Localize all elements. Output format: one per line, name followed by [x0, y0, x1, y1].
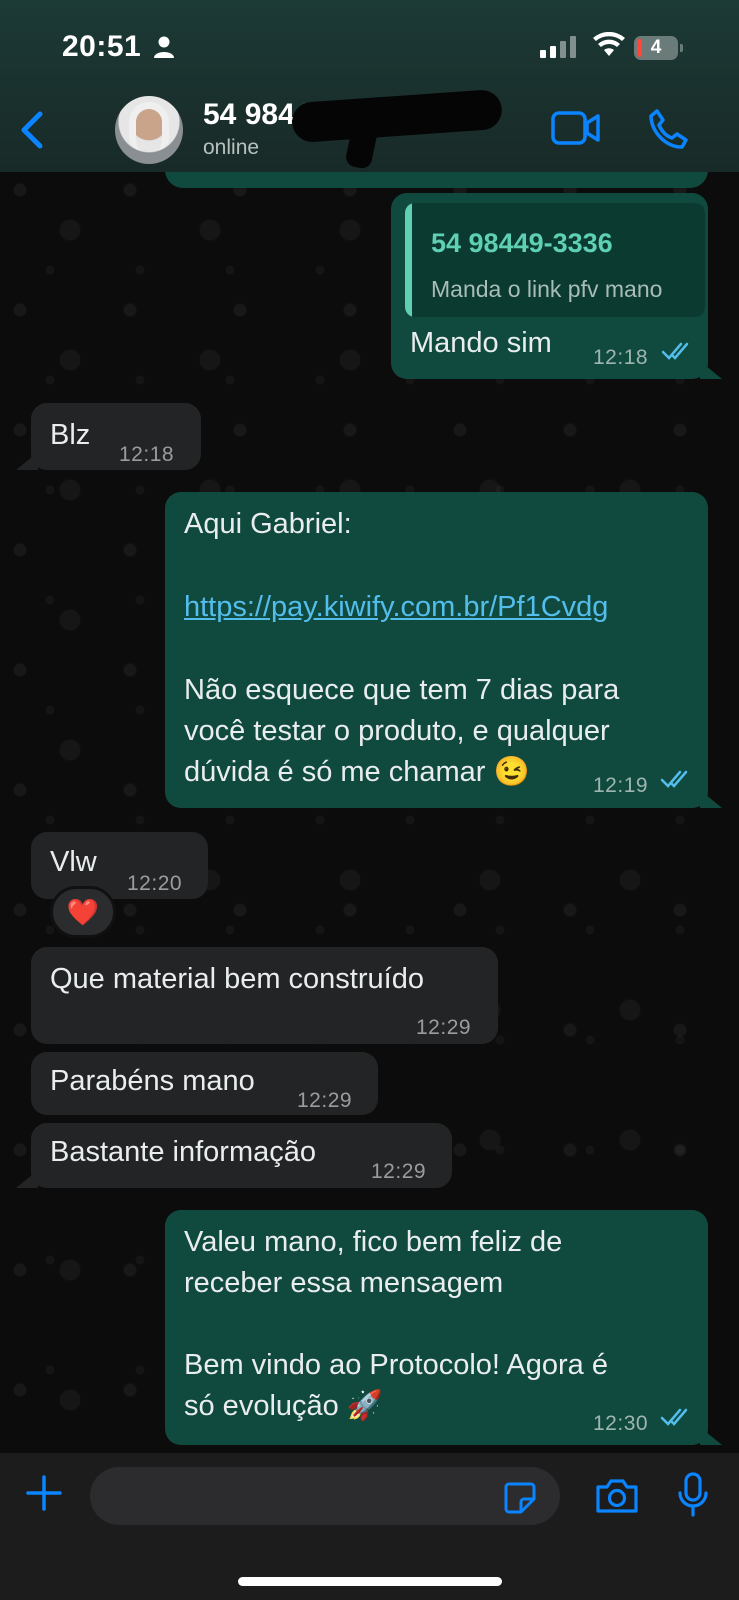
- message-time: 12:20: [127, 872, 183, 895]
- message-bubble-outgoing[interactable]: Valeu mano, fico bem feliz de receber es…: [165, 1210, 708, 1445]
- contact-avatar[interactable]: [115, 96, 183, 164]
- message-bubble-incoming[interactable]: Vlw 12:20: [31, 832, 208, 899]
- quoted-text: Manda o link pfv mano: [431, 276, 663, 302]
- back-chevron-icon[interactable]: [14, 106, 50, 154]
- quoted-message[interactable]: 54 98449-3336 Manda o link pfv mano: [405, 203, 705, 317]
- message-input[interactable]: [90, 1467, 560, 1525]
- message-time: 12:29: [371, 1160, 427, 1183]
- message-time: 12:18: [593, 346, 649, 369]
- message-text: Blz: [50, 419, 91, 451]
- person-icon: [154, 36, 174, 58]
- composer-bar: [0, 1453, 739, 1600]
- heart-reaction-icon: ❤️: [66, 896, 100, 927]
- message-bubble-incoming[interactable]: Que material bem construído 12:29: [31, 947, 498, 1044]
- message-text: receber essa mensagem: [184, 1267, 504, 1299]
- read-ticks-icon: [660, 1408, 688, 1426]
- video-call-icon[interactable]: [551, 110, 601, 146]
- status-time: 20:51: [62, 30, 142, 63]
- phone-icon[interactable]: [647, 108, 689, 150]
- wifi-icon: [593, 32, 625, 56]
- cellular-signal-icon: [540, 36, 576, 58]
- message-text: você testar o produto, e qualquer: [184, 715, 610, 747]
- message-bubble-incoming[interactable]: Parabéns mano 12:29: [31, 1052, 378, 1115]
- payment-link[interactable]: https://pay.kiwify.com.br/Pf1Cvdg: [184, 587, 608, 628]
- redaction-scribble: [290, 88, 504, 144]
- message-text: Vlw: [50, 846, 97, 878]
- message-time: 12:19: [593, 774, 649, 797]
- message-text: dúvida é só me chamar 😉: [184, 756, 530, 788]
- chat-header: 20:51 4 54 9844 online: [0, 0, 739, 172]
- message-text: Parabéns mano: [50, 1065, 255, 1097]
- read-ticks-icon: [661, 342, 689, 360]
- sticker-icon[interactable]: [503, 1481, 537, 1515]
- home-indicator: [238, 1577, 502, 1586]
- read-ticks-icon: [660, 770, 688, 788]
- battery-indicator: 4: [634, 36, 683, 60]
- message-text: Mando sim: [410, 327, 552, 359]
- message-text: só evolução 🚀: [184, 1390, 383, 1422]
- message-bubble-incoming[interactable]: Bastante informação 12:29: [31, 1123, 452, 1188]
- message-text: Bem vindo ao Protocolo! Agora é: [184, 1349, 608, 1381]
- battery-level: 4: [650, 37, 662, 58]
- message-text: Bastante informação: [50, 1136, 316, 1168]
- message-text: Não esquece que tem 7 dias para: [184, 674, 620, 706]
- message-time: 12:29: [416, 1016, 472, 1039]
- message-text: Aqui Gabriel:: [184, 508, 352, 540]
- reaction-badge[interactable]: ❤️: [50, 886, 116, 938]
- message-bubble-incoming[interactable]: Blz 12:18: [31, 403, 201, 470]
- message-time: 12:30: [593, 1412, 649, 1435]
- message-text: Valeu mano, fico bem feliz de: [184, 1226, 563, 1258]
- message-bubble-outgoing[interactable]: Aqui Gabriel: https://pay.kiwify.com.br/…: [165, 492, 708, 808]
- message-time: 12:18: [119, 443, 175, 466]
- message-bubble-outgoing[interactable]: 54 98449-3336 Manda o link pfv mano Mand…: [391, 193, 708, 379]
- quoted-sender: 54 98449-3336: [431, 228, 613, 258]
- camera-icon[interactable]: [594, 1477, 640, 1515]
- plus-icon[interactable]: [24, 1473, 64, 1513]
- message-text: Que material bem construído: [50, 963, 424, 995]
- message-time: 12:29: [297, 1089, 353, 1112]
- microphone-icon[interactable]: [676, 1471, 710, 1519]
- contact-status: online: [203, 136, 260, 159]
